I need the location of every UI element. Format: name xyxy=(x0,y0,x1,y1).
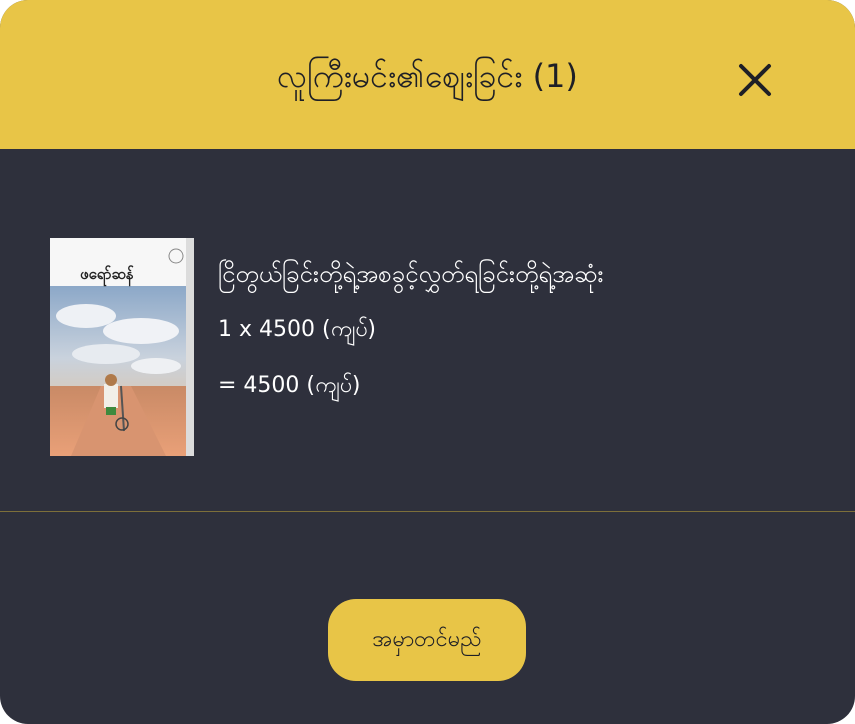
cart-modal: လူကြီးမင်း၏စျေးခြင်း (1) ဖရော်ဆန် ငြိတွယ… xyxy=(0,0,855,724)
item-info: ငြိတွယ်ခြင်းတို့ရဲ့အစခွင့်လွှတ်ရခြင်းတို… xyxy=(218,254,604,404)
book-cover-image[interactable]: ဖရော်ဆန် xyxy=(46,236,198,458)
place-order-button[interactable]: အမှာတင်မည် xyxy=(328,599,526,681)
close-icon xyxy=(739,64,771,96)
item-qty-price: 1 x 4500 (ကျပ်) xyxy=(218,317,377,342)
item-name: ငြိတွယ်ခြင်းတို့ရဲ့အစခွင့်လွှတ်ရခြင်းတို… xyxy=(218,260,604,288)
close-button[interactable] xyxy=(725,55,785,105)
cart-item: ဖရော်ဆန် ငြိတွယ်ခြင်းတို့ရဲ့အစခွင့်လွှတ်… xyxy=(46,236,806,461)
modal-header: လူကြီးမင်း၏စျေးခြင်း (1) xyxy=(0,0,855,149)
item-subtotal: = 4500 (ကျပ်) xyxy=(218,373,361,398)
divider xyxy=(0,511,855,512)
